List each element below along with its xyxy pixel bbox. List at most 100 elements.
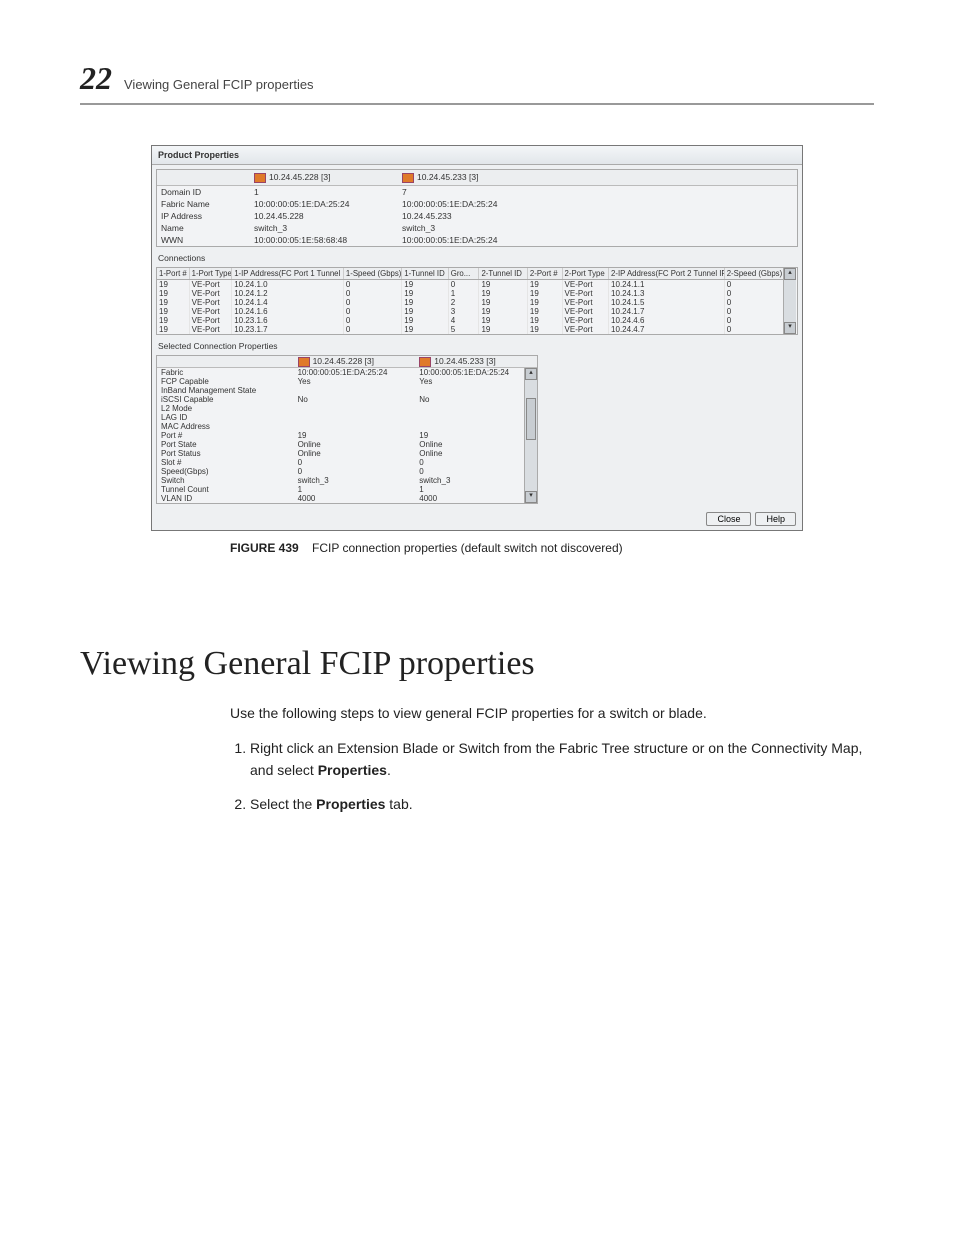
sel-label: Tunnel Count — [157, 485, 294, 494]
selected-connection-pane: 10.24.45.228 [3] 10.24.45.233 [3] Fabric… — [156, 355, 538, 504]
sel-val-a: switch_3 — [294, 476, 416, 485]
connection-row[interactable]: 19VE-Port10.24.1.001901919VE-Port10.24.1… — [157, 280, 785, 289]
connection-row[interactable]: 19VE-Port10.23.1.601941919VE-Port10.24.4… — [157, 316, 785, 325]
sel-row: Fabric10:00:00:05:1E:DA:25:2410:00:00:05… — [157, 368, 537, 377]
sel-val-a: 0 — [294, 458, 416, 467]
connection-row[interactable]: 19VE-Port10.23.1.701951919VE-Port10.24.4… — [157, 325, 785, 334]
dialog-product-properties: Product Properties 10.24.45.228 [3] 10.2… — [151, 145, 803, 531]
sel-val-b — [415, 422, 537, 431]
sel-label: Port # — [157, 431, 294, 440]
sel-val-b: 19 — [415, 431, 537, 440]
page-number: 22 — [80, 60, 112, 97]
prop-val-a: 10.24.45.228 — [250, 210, 398, 222]
sel-row: FCP CapableYesYes — [157, 377, 537, 386]
sel-row: Slot #00 — [157, 458, 537, 467]
prop-val-b: 10:00:00:05:1E:DA:25:24 — [398, 198, 546, 210]
step-1: Right click an Extension Blade or Switch… — [250, 738, 870, 781]
connections-table[interactable]: 1-Port # 1-Port Type 1-IP Address(FC Por… — [156, 267, 798, 335]
sel-val-b: No — [415, 395, 537, 404]
sel-val-a — [294, 404, 416, 413]
switch-icon — [254, 173, 266, 183]
sel-row: MAC Address — [157, 422, 537, 431]
sel-val-a: No — [294, 395, 416, 404]
col-1ip[interactable]: 1-IP Address(FC Port 1 Tunnel IP) — [232, 268, 344, 279]
connections-scrollbar[interactable]: ▴ ▾ — [783, 268, 796, 334]
prop-val-a: switch_3 — [250, 222, 398, 234]
col-1tunnel[interactable]: 1-Tunnel ID — [402, 268, 449, 279]
sel-label: VLAN ID — [157, 494, 294, 503]
help-button[interactable]: Help — [755, 512, 796, 526]
sel-val-a: Online — [294, 449, 416, 458]
close-button[interactable]: Close — [706, 512, 751, 526]
sel-val-b: Online — [415, 440, 537, 449]
col-1speed[interactable]: 1-Speed (Gbps) — [344, 268, 402, 279]
dialog-title: Product Properties — [152, 146, 802, 165]
sel-label: Port State — [157, 440, 294, 449]
figure-text: FCIP connection properties (default swit… — [312, 541, 623, 555]
sel-val-b: 1 — [415, 485, 537, 494]
sel-val-b: 10:00:00:05:1E:DA:25:24 — [415, 368, 537, 377]
prop-label: Name — [157, 222, 250, 234]
step-2: Select the Properties tab. — [250, 794, 870, 816]
sel-val-a — [294, 413, 416, 422]
sel-label: Port Status — [157, 449, 294, 458]
sel-val-a: 1 — [294, 485, 416, 494]
prop-label: Domain ID — [157, 186, 250, 198]
col-2port[interactable]: 2-Port # — [528, 268, 563, 279]
sel-row: L2 Mode — [157, 404, 537, 413]
sel-val-b — [415, 413, 537, 422]
sel-col-a: 10.24.45.228 [3] — [294, 356, 416, 367]
prop-val-a: 1 — [250, 186, 398, 198]
connection-row[interactable]: 19VE-Port10.24.1.401921919VE-Port10.24.1… — [157, 298, 785, 307]
sel-col-b: 10.24.45.233 [3] — [415, 356, 537, 367]
dialog-buttons: Close Help — [152, 508, 802, 530]
running-header: 22 Viewing General FCIP properties — [80, 60, 874, 105]
sel-val-b — [415, 404, 537, 413]
col-2tunnel[interactable]: 2-Tunnel ID — [479, 268, 527, 279]
col-1port[interactable]: 1-Port # — [157, 268, 190, 279]
scroll-down-icon[interactable]: ▾ — [784, 322, 796, 334]
figure-caption: FIGURE 439 FCIP connection properties (d… — [230, 541, 874, 555]
sel-val-b: 4000 — [415, 494, 537, 503]
col-group[interactable]: Gro... — [449, 268, 480, 279]
col-1porttype[interactable]: 1-Port Type — [190, 268, 233, 279]
scroll-thumb[interactable] — [526, 398, 536, 440]
scroll-down-icon[interactable]: ▾ — [525, 491, 537, 503]
sel-row: Switchswitch_3switch_3 — [157, 476, 537, 485]
col-2ip[interactable]: 2-IP Address(FC Port 2 Tunnel IP) — [609, 268, 725, 279]
prop-val-b: switch_3 — [398, 222, 546, 234]
connection-row[interactable]: 19VE-Port10.24.1.201911919VE-Port10.24.1… — [157, 289, 785, 298]
sel-val-a — [294, 422, 416, 431]
top-col-a: 10.24.45.228 [3] — [250, 170, 398, 185]
selected-connection-label: Selected Connection Properties — [152, 339, 802, 351]
sel-val-a: 19 — [294, 431, 416, 440]
col-2porttype[interactable]: 2-Port Type — [563, 268, 610, 279]
prop-val-b: 7 — [398, 186, 546, 198]
sel-label: iSCSI Capable — [157, 395, 294, 404]
switch-icon — [298, 357, 310, 367]
scroll-up-icon[interactable]: ▴ — [525, 368, 537, 380]
selected-scrollbar[interactable]: ▴ ▾ — [524, 368, 537, 503]
prop-val-b: 10:00:00:05:1E:DA:25:24 — [398, 234, 546, 246]
col-2speed[interactable]: 2-Speed (Gbps) — [725, 268, 785, 279]
connection-row[interactable]: 19VE-Port10.24.1.601931919VE-Port10.24.1… — [157, 307, 785, 316]
bold-properties-tab: Properties — [316, 796, 385, 812]
running-title: Viewing General FCIP properties — [124, 77, 314, 92]
top-row: IP Address10.24.45.22810.24.45.233 — [157, 210, 797, 222]
sel-label: L2 Mode — [157, 404, 294, 413]
intro-paragraph: Use the following steps to view general … — [230, 703, 870, 725]
connections-label: Connections — [152, 251, 802, 263]
sel-row: VLAN ID40004000 — [157, 494, 537, 503]
figure-label: FIGURE 439 — [230, 541, 299, 555]
prop-val-b: 10.24.45.233 — [398, 210, 546, 222]
top-properties-pane: 10.24.45.228 [3] 10.24.45.233 [3] Domain… — [156, 169, 798, 247]
top-row: Fabric Name10:00:00:05:1E:DA:25:2410:00:… — [157, 198, 797, 210]
sel-label: Slot # — [157, 458, 294, 467]
sel-row: Speed(Gbps)00 — [157, 467, 537, 476]
prop-label: WWN — [157, 234, 250, 246]
scroll-up-icon[interactable]: ▴ — [784, 268, 796, 280]
top-row: WWN10:00:00:05:1E:58:68:4810:00:00:05:1E… — [157, 234, 797, 246]
sel-row: InBand Management State — [157, 386, 537, 395]
prop-label: IP Address — [157, 210, 250, 222]
body-text: Use the following steps to view general … — [230, 703, 870, 816]
